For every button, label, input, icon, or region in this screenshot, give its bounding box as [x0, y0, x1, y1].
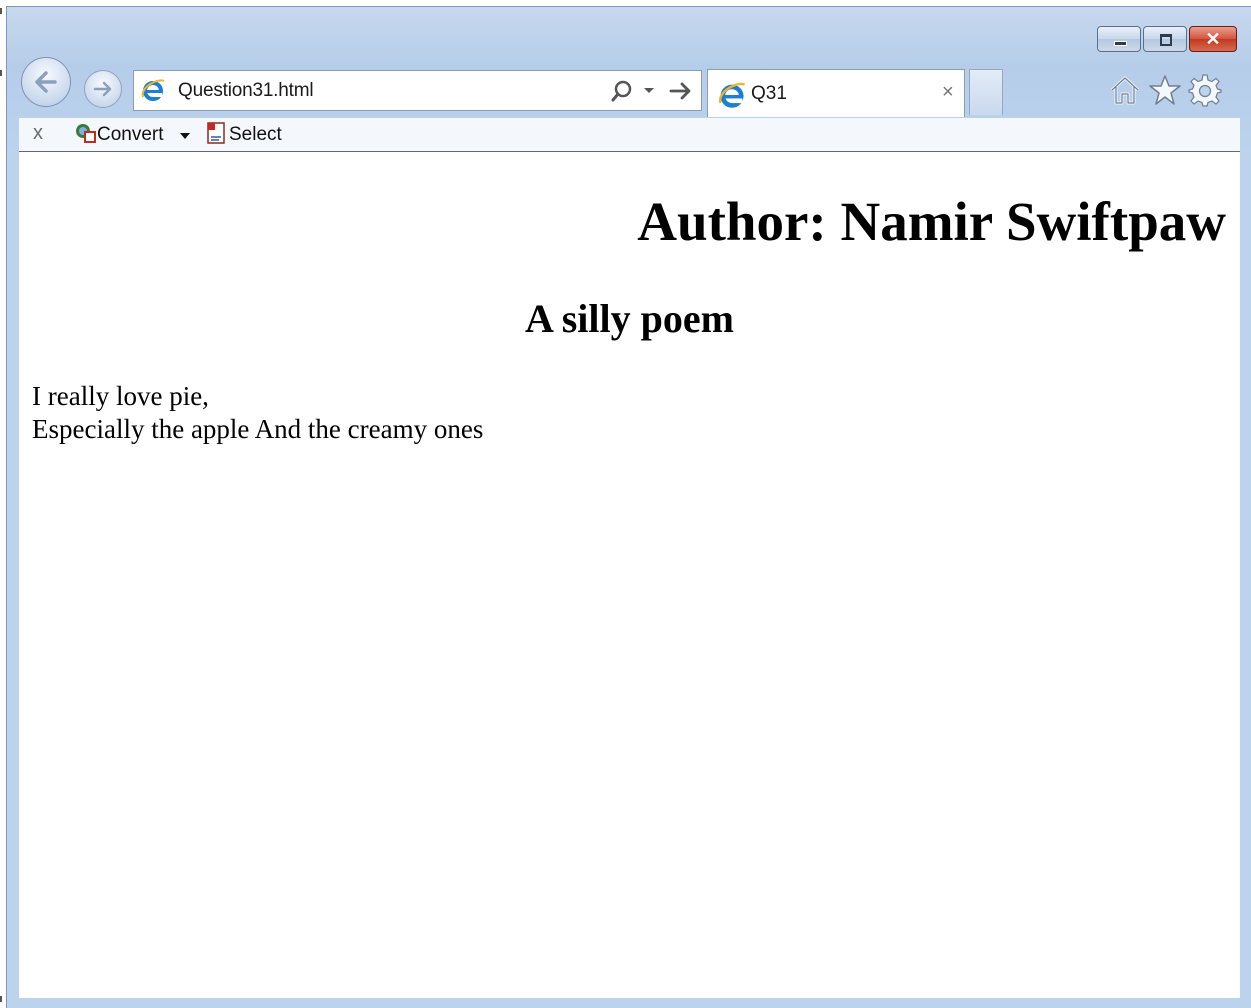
home-icon[interactable] — [1108, 73, 1142, 107]
ie-logo-icon — [141, 79, 165, 101]
select-button[interactable]: Select — [229, 124, 282, 146]
new-tab-button[interactable] — [969, 69, 1003, 115]
go-arrow-icon[interactable] — [668, 79, 694, 103]
minimize-button[interactable] — [1097, 26, 1141, 52]
poem-line: Especially the apple And the creamy ones — [32, 414, 484, 444]
edge-mark — [0, 8, 2, 14]
select-pdf-icon — [207, 122, 225, 144]
close-window-button[interactable]: ✕ — [1189, 26, 1237, 52]
star-icon[interactable] — [1148, 73, 1182, 107]
forward-arrow-icon — [93, 81, 112, 97]
search-dropdown-icon[interactable] — [644, 88, 654, 93]
tab-close-button[interactable]: × — [942, 81, 954, 104]
poem-title: A silly poem — [525, 296, 734, 341]
convert-pdf-icon — [76, 124, 96, 143]
tab-q31[interactable]: Q31 × — [707, 69, 965, 117]
convert-button[interactable]: Convert — [97, 124, 164, 146]
forward-button[interactable] — [84, 70, 122, 108]
back-arrow-icon — [35, 71, 57, 93]
edge-mark — [0, 996, 2, 1002]
author-heading: Author: Namir Swiftpaw — [637, 191, 1226, 252]
ie-logo-icon — [719, 82, 746, 108]
browser-toolbar-icons — [1108, 73, 1222, 107]
command-bar-close-button[interactable]: x — [33, 122, 43, 145]
command-bar: x Convert Select — [19, 118, 1240, 152]
maximize-button[interactable] — [1143, 26, 1187, 52]
search-icon[interactable] — [610, 79, 634, 103]
edge-mark — [0, 70, 2, 76]
gear-icon[interactable] — [1188, 73, 1222, 107]
address-url: Question31.html — [178, 80, 314, 101]
poem-body: I really love pie, Especially the apple … — [32, 380, 483, 446]
window-caption-buttons: ✕ — [1097, 26, 1237, 52]
address-bar[interactable]: Question31.html — [133, 70, 702, 111]
convert-dropdown-icon[interactable] — [180, 133, 190, 139]
tab-title: Q31 — [751, 83, 787, 104]
poem-line: I really love pie, — [32, 381, 209, 411]
back-button[interactable] — [21, 57, 71, 107]
page-viewport: Author: Namir Swiftpaw A silly poem I re… — [19, 152, 1240, 998]
